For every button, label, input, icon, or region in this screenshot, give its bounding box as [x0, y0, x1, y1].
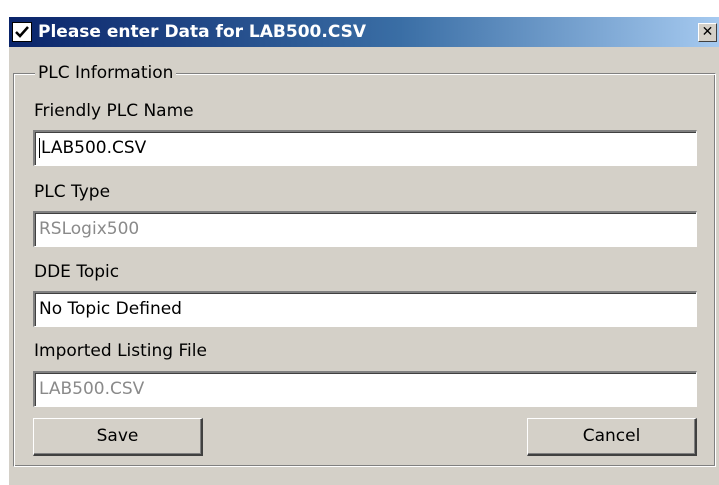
save-button[interactable]: Save: [33, 418, 203, 456]
imported-listing-file-label: Imported Listing File: [34, 341, 207, 361]
friendly-plc-name-value: LAB500.CSV: [41, 138, 147, 158]
close-icon: ✕: [701, 24, 714, 40]
plc-type-field: RSLogix500: [33, 211, 697, 247]
dde-topic-label: DDE Topic: [34, 262, 120, 282]
dde-topic-field[interactable]: No Topic Defined: [33, 291, 697, 327]
imported-listing-file-field: LAB500.CSV: [33, 371, 697, 407]
close-button[interactable]: ✕: [698, 23, 717, 42]
text-caret: [39, 138, 40, 158]
title-bar[interactable]: Please enter Data for LAB500.CSV ✕: [9, 17, 719, 47]
friendly-plc-name-label: Friendly PLC Name: [34, 101, 194, 121]
plc-type-label: PLC Type: [34, 182, 111, 202]
cancel-button[interactable]: Cancel: [527, 418, 697, 456]
plc-type-value: RSLogix500: [39, 219, 140, 239]
dde-topic-value: No Topic Defined: [39, 299, 182, 319]
imported-listing-file-value: LAB500.CSV: [39, 379, 145, 399]
checkmark-icon: [12, 22, 32, 42]
friendly-plc-name-field[interactable]: LAB500.CSV: [33, 130, 697, 166]
dialog-window: Please enter Data for LAB500.CSV ✕ PLC I…: [8, 16, 719, 485]
group-legend: PLC Information: [35, 63, 177, 83]
window-title: Please enter Data for LAB500.CSV: [38, 22, 367, 42]
